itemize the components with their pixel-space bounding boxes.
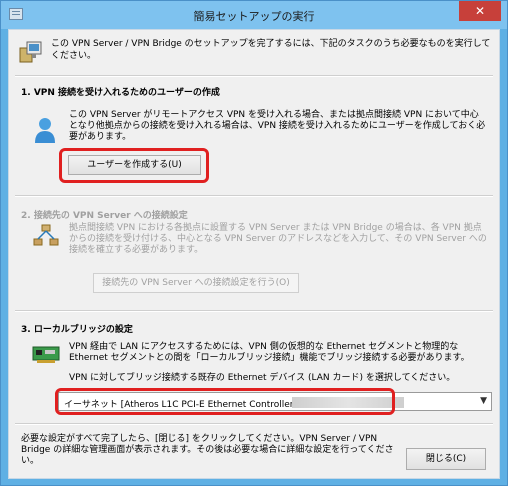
dialog-body: この VPN Server / VPN Bridge のセットアップを完了するに…: [8, 29, 500, 479]
ethernet-prompt: VPN に対してブリッジ接続する既存の Ethernet デバイス (LAN カ…: [69, 373, 456, 383]
section3-title: 3. ローカルブリッジの設定: [21, 325, 133, 335]
footer-text: 必要な設定がすべて完了したら、[閉じる] をクリックしてください。VPN Ser…: [21, 434, 394, 466]
divider: [15, 195, 493, 197]
section3-description: VPN 経由で LAN にアクセスするためには、VPN 側の仮想的な Ether…: [69, 342, 470, 363]
setup-icon: [19, 41, 42, 63]
section2-title: 2. 接続先の VPN Server への接続設定: [21, 211, 188, 221]
window-title: 簡易セットアップの実行: [193, 10, 315, 23]
intro-text: この VPN Server / VPN Bridge のセットアップを完了するに…: [51, 39, 491, 61]
close-window-button[interactable]: ✕: [459, 1, 501, 21]
close-button[interactable]: 閉じる(C): [406, 448, 486, 470]
divider: [15, 310, 493, 312]
title-bar[interactable]: 簡易セットアップの実行 ✕: [1, 1, 507, 29]
highlight-box: [55, 388, 395, 415]
section1-title: 1. VPN 接続を受け入れるためのユーザーの作成: [21, 88, 220, 98]
highlight-box: [59, 148, 209, 183]
section1-description: この VPN Server がリモートアクセス VPN を受け入れる場合、または…: [69, 110, 486, 142]
chevron-down-icon[interactable]: ▼: [480, 396, 487, 406]
network-icon: [33, 224, 59, 246]
network-card-icon: [32, 346, 60, 363]
divider: [15, 423, 493, 425]
setup-window: 簡易セットアップの実行 ✕ この VPN Server / VPN Bridge…: [0, 0, 508, 486]
section2-description: 拠点間接続 VPN における各拠点に設置する VPN Server または VP…: [69, 223, 487, 255]
user-icon: [35, 118, 55, 143]
divider: [15, 75, 493, 77]
connect-vpn-server-button[interactable]: 接続先の VPN Server への接続設定を行う(O): [93, 273, 299, 293]
